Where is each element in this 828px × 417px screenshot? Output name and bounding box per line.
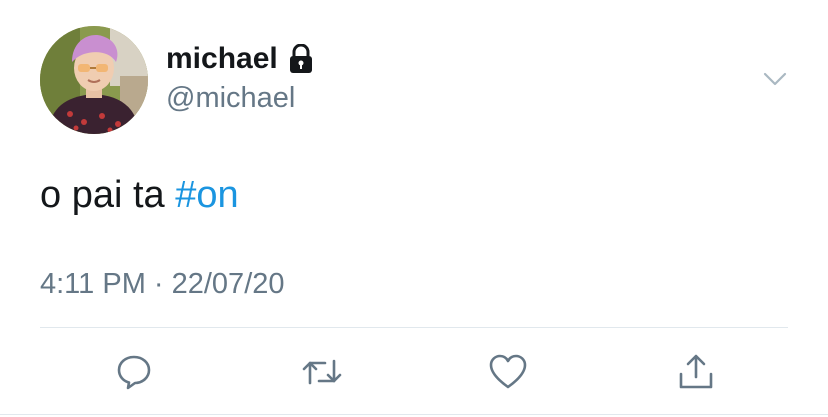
share-button[interactable] (674, 350, 718, 394)
user-handle[interactable]: @michael (166, 82, 295, 115)
retweet-icon (302, 359, 342, 385)
share-icon (679, 354, 713, 389)
tweet-text-body: o pai ta (40, 174, 176, 216)
tweet-timestamp[interactable]: 4:11 PM · 22/07/20 (40, 268, 285, 301)
divider (40, 327, 788, 328)
reply-icon (117, 355, 151, 390)
divider-bottom (0, 414, 828, 415)
avatar[interactable] (40, 26, 148, 134)
hashtag-link[interactable]: #on (175, 174, 238, 216)
reply-button[interactable] (112, 350, 156, 394)
display-name[interactable]: michael (166, 42, 314, 76)
avatar-photo (40, 26, 148, 134)
retweet-button[interactable] (300, 350, 344, 394)
like-button[interactable] (486, 350, 530, 394)
display-name-text: michael (166, 42, 278, 75)
heart-icon (489, 354, 527, 389)
lock-icon (288, 43, 314, 74)
tweet-card: michael @michael o pai ta #on 4:11 PM · … (0, 0, 828, 417)
chevron-down-icon[interactable] (762, 66, 788, 92)
tweet-text: o pai ta #on (40, 174, 239, 217)
